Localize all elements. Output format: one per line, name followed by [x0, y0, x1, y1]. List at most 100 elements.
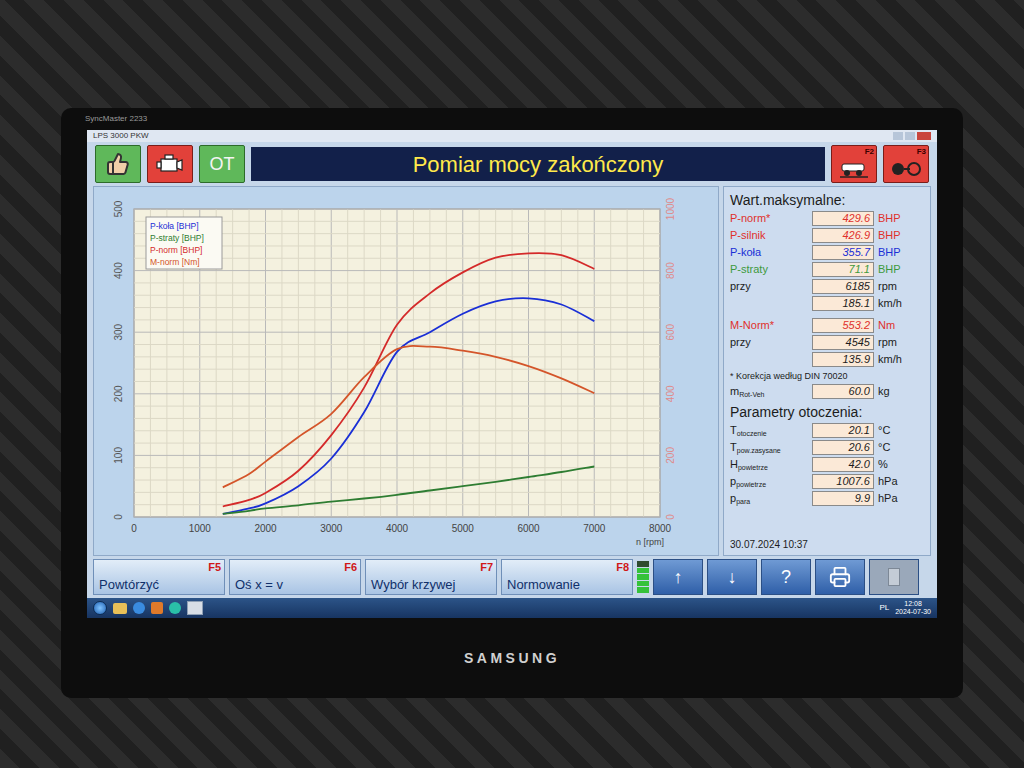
- value-unit: kg: [878, 384, 890, 398]
- taskbar: PL 12:082024-07-30: [87, 598, 937, 618]
- grid-line: [134, 443, 660, 444]
- function-button[interactable]: Oś x = vF6: [229, 559, 361, 595]
- button-label: Powtórzyć: [99, 578, 159, 592]
- value-unit: BHP: [878, 211, 901, 225]
- grid-line: [134, 517, 660, 518]
- value-row: przy6185rpm: [730, 278, 924, 294]
- value-label: ppowietrze: [730, 474, 808, 488]
- grid-line: [134, 319, 660, 320]
- monitor-bottom-bezel: SAMSUNG: [61, 618, 963, 698]
- main-area: 0100200300400500020040060080010000100020…: [87, 186, 937, 556]
- print-button[interactable]: [815, 559, 865, 595]
- window-controls: [893, 132, 931, 140]
- panel-title: Parametry otoczenia:: [730, 403, 924, 421]
- nav-button[interactable]: ?: [761, 559, 811, 595]
- value-unit: °C: [878, 423, 890, 437]
- ot-button[interactable]: OT: [199, 145, 245, 183]
- key-label: F2: [865, 147, 874, 156]
- grid-line: [134, 270, 660, 271]
- blank-button[interactable]: [869, 559, 919, 595]
- y-tick: 300: [113, 323, 124, 340]
- ie-icon[interactable]: [133, 602, 145, 614]
- value-label: Tpow.zasysane: [730, 440, 808, 454]
- media-icon[interactable]: [151, 602, 163, 614]
- x-tick: 6000: [517, 523, 540, 534]
- value-label: P-silnik: [730, 228, 808, 242]
- value-box: 426.9: [812, 228, 874, 243]
- symbol-label: ppowietrze: [730, 475, 766, 487]
- legend-item: P-straty [BHP]: [150, 233, 204, 243]
- value-label: przy: [730, 279, 808, 293]
- grid-line: [134, 332, 660, 333]
- y2-tick: 600: [665, 323, 676, 340]
- function-button[interactable]: Wybór krzywejF7: [365, 559, 497, 595]
- series-line: [223, 467, 595, 514]
- maximize-button[interactable]: [905, 132, 915, 140]
- grid-line: [134, 504, 660, 505]
- value-box: 4545: [812, 335, 874, 350]
- grid-line: [364, 209, 365, 517]
- ok-button[interactable]: [95, 145, 141, 183]
- monitor-top-bezel: SyncMaster 2233: [61, 108, 963, 130]
- symbol-label: ppara: [730, 492, 750, 504]
- edge-icon[interactable]: [169, 602, 181, 614]
- value-box: 20.6: [812, 440, 874, 455]
- value-label: Hpowietrze: [730, 457, 808, 471]
- grid-line: [544, 209, 545, 517]
- y2-tick: 800: [665, 262, 676, 279]
- clock[interactable]: 12:082024-07-30: [895, 600, 931, 616]
- grid-line: [134, 369, 660, 370]
- y-tick: 100: [113, 447, 124, 464]
- function-button[interactable]: NormowanieF8: [501, 559, 633, 595]
- value-box: 9.9: [812, 491, 874, 506]
- y2-tick: 1000: [665, 197, 676, 220]
- grid-line: [380, 209, 381, 517]
- grid-line: [495, 209, 496, 517]
- button-glyph: ↓: [728, 564, 737, 591]
- minimize-button[interactable]: [893, 132, 903, 140]
- grid-line: [249, 209, 250, 517]
- symbol-label: Tpow.zasysane: [730, 441, 781, 453]
- value-unit: °C: [878, 440, 890, 454]
- value-row: P-silnik426.9BHP: [730, 227, 924, 243]
- engine-button[interactable]: [147, 145, 193, 183]
- value-row: Totoczenie20.1°C: [730, 422, 924, 438]
- language-indicator[interactable]: PL: [879, 602, 889, 614]
- value-box: 185.1: [812, 296, 874, 311]
- grid-line: [134, 295, 660, 296]
- y2-tick: 0: [665, 514, 676, 520]
- x-tick: 3000: [320, 523, 343, 534]
- grid-line: [413, 209, 414, 517]
- function-button[interactable]: PowtórzyćF5: [93, 559, 225, 595]
- nav-button[interactable]: ↓: [707, 559, 757, 595]
- grid-line: [134, 393, 660, 394]
- grid-line: [446, 209, 447, 517]
- value-row: M-Norm*553.2Nm: [730, 317, 924, 333]
- function-key-button[interactable]: F2: [831, 145, 877, 183]
- value-label: P-norm*: [730, 211, 808, 225]
- nav-button[interactable]: ↑: [653, 559, 703, 595]
- value-label: mRot-Veh: [730, 384, 808, 398]
- explorer-icon[interactable]: [113, 603, 127, 614]
- grid-line: [660, 209, 661, 517]
- value-row: P-straty71.1BHP: [730, 261, 924, 277]
- x-tick: 5000: [452, 523, 475, 534]
- indicator-segment: [637, 581, 649, 587]
- indicator-segment: [637, 561, 649, 567]
- value-label: P-koła: [730, 245, 808, 259]
- button-glyph: ↑: [674, 564, 683, 591]
- value-row: 185.1km/h: [730, 295, 924, 311]
- function-key-button[interactable]: F3: [883, 145, 929, 183]
- start-orb-icon[interactable]: [93, 601, 107, 615]
- engine-icon: [155, 152, 185, 176]
- value-unit: rpm: [878, 279, 897, 293]
- grid-line: [281, 209, 282, 517]
- app-icon[interactable]: [187, 601, 203, 615]
- x-tick: 0: [131, 523, 137, 534]
- legend: [146, 217, 222, 269]
- x-axis-title: n [rpm]: [636, 537, 664, 547]
- y2-tick: 200: [665, 447, 676, 464]
- value-box: 135.9: [812, 352, 874, 367]
- close-button[interactable]: [917, 132, 931, 140]
- thumbs-up-icon: [106, 152, 130, 176]
